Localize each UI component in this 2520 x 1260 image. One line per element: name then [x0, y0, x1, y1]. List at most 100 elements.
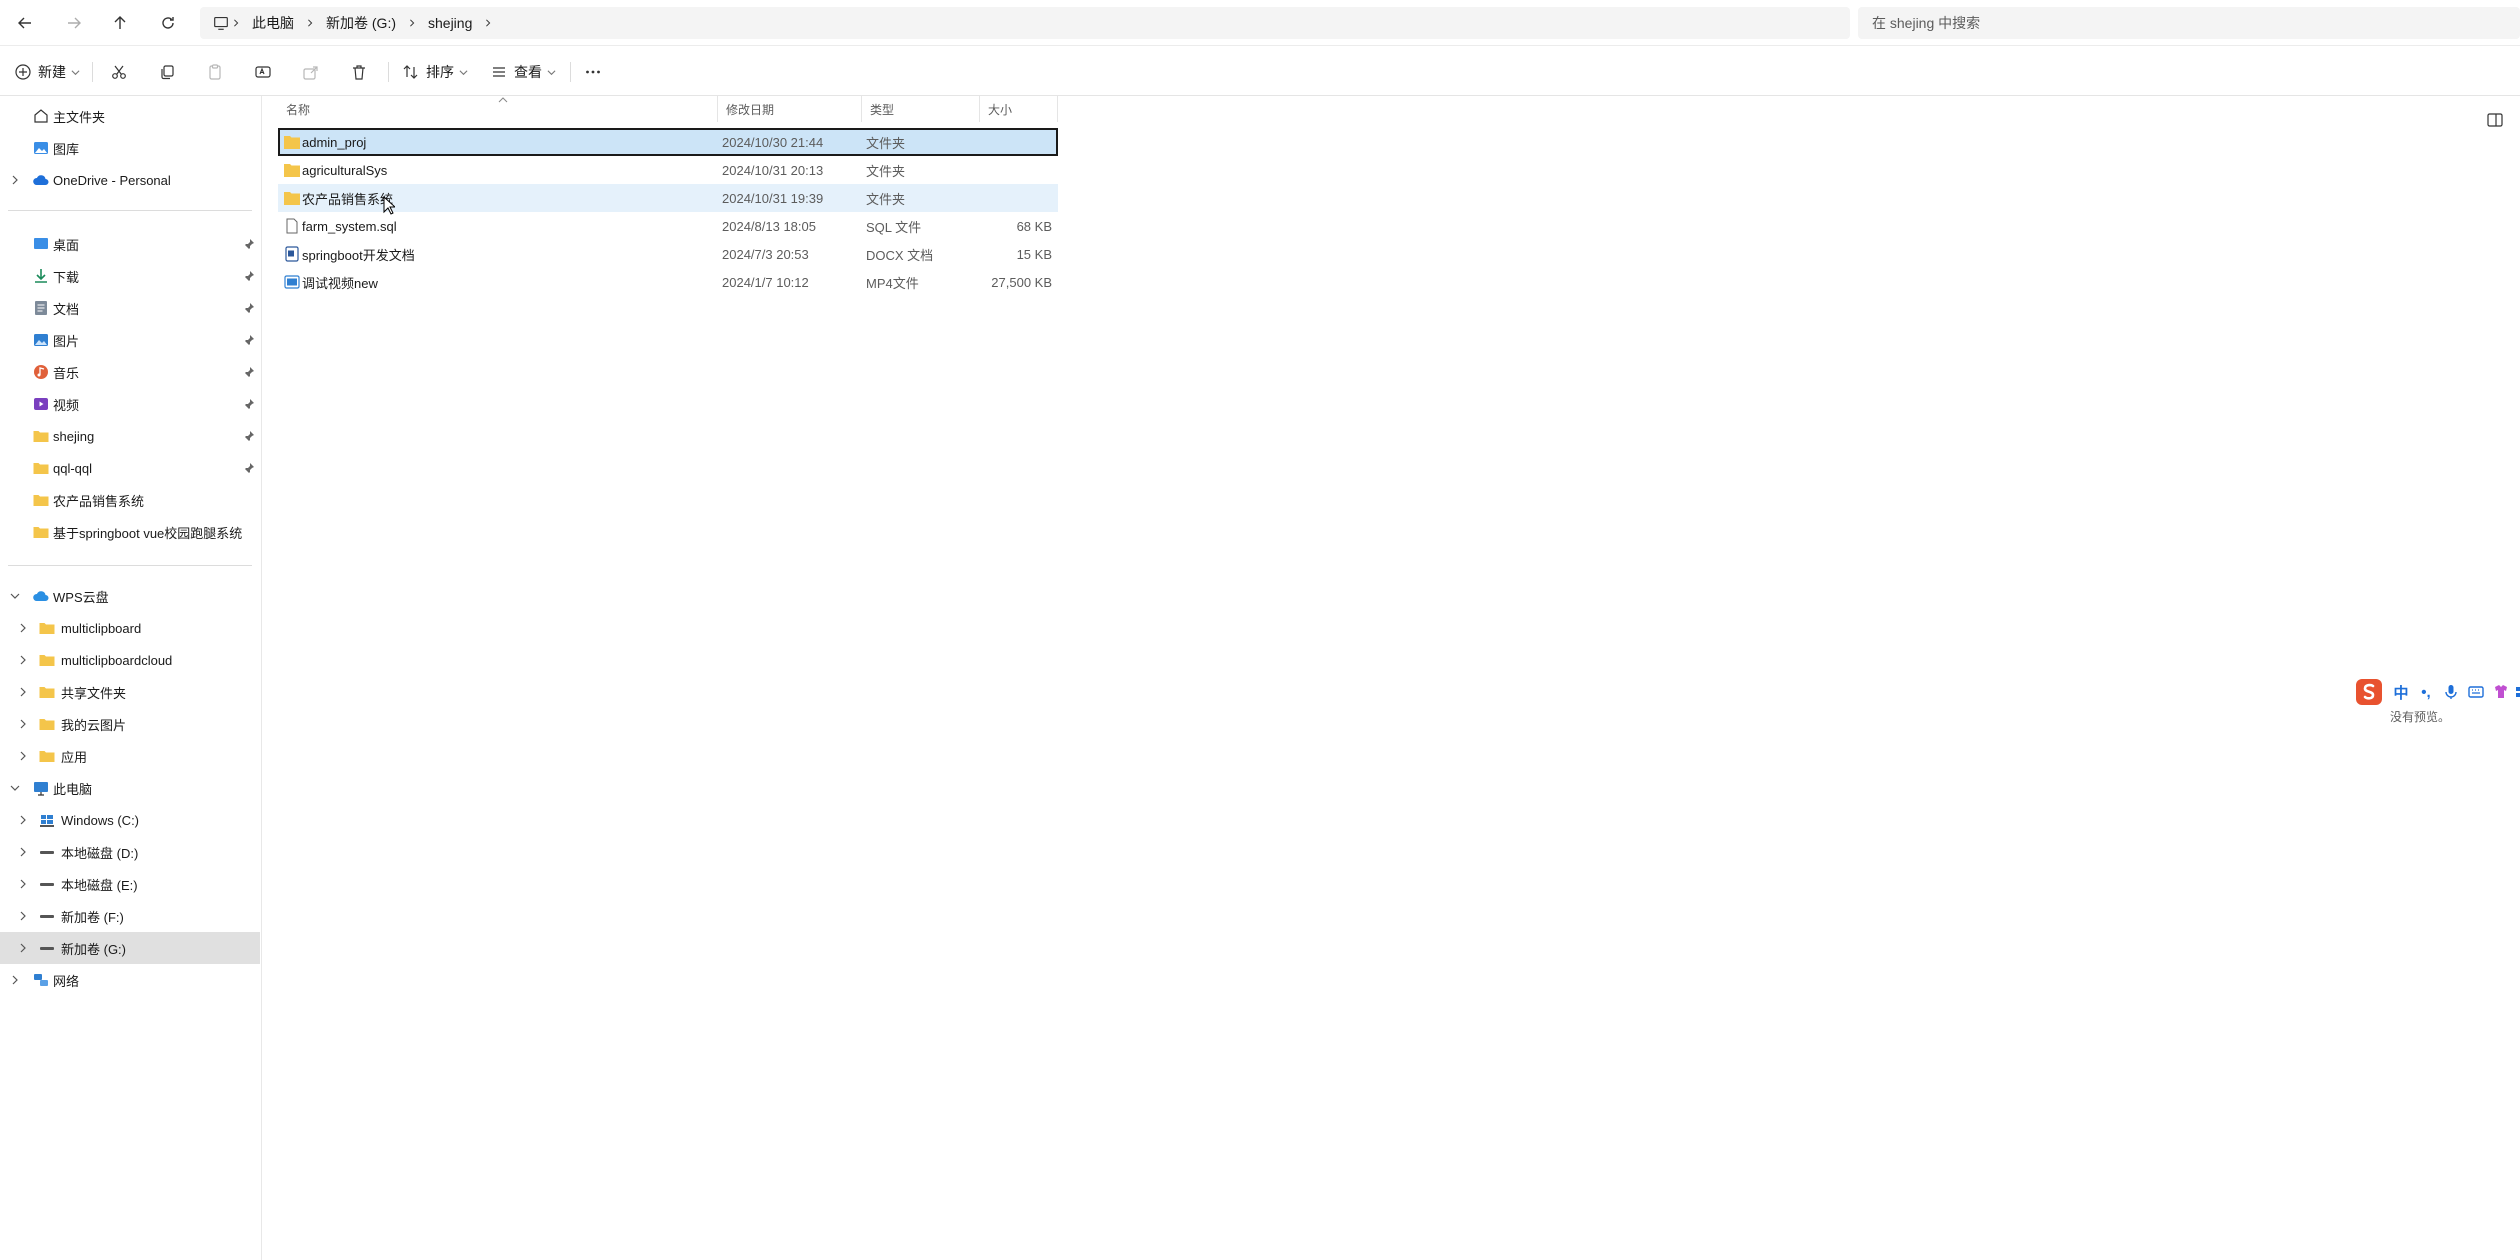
file-row-farm-sales-system[interactable]: 农产品销售系统 2024/10/31 19:39 文件夹: [278, 184, 1058, 212]
drive-icon: [38, 907, 56, 925]
chevron-down-icon[interactable]: [8, 781, 22, 795]
view-button[interactable]: 查看: [490, 58, 556, 86]
chevron-down-icon[interactable]: [8, 589, 22, 603]
file-row-admin-proj[interactable]: admin_proj 2024/10/30 21:44 文件夹: [278, 128, 1058, 156]
sidebar-item-farm-sales[interactable]: 农产品销售系统: [0, 484, 260, 516]
chevron-down-icon: [71, 69, 80, 75]
file-row-agriculturalsys[interactable]: agriculturalSys 2024/10/31 20:13 文件夹: [278, 156, 1058, 184]
breadcrumb-drive-g[interactable]: 新加卷 (G:): [316, 13, 406, 33]
file-name: farm_system.sql: [302, 218, 397, 234]
sidebar-item-desktop[interactable]: 桌面: [0, 228, 260, 260]
sidebar-item-campus-errand[interactable]: 基于springboot vue校园跑腿系统: [0, 516, 260, 548]
file-date: 2024/10/31 19:39: [722, 190, 824, 206]
sidebar-item-gallery[interactable]: 图库: [0, 132, 260, 164]
sidebar-item-onedrive[interactable]: OneDrive - Personal: [0, 164, 260, 196]
column-header-date[interactable]: 修改日期: [718, 96, 862, 122]
cut-button[interactable]: [110, 58, 128, 86]
chevron-right-icon[interactable]: [16, 941, 30, 955]
preview-pane-button[interactable]: [2486, 110, 2520, 130]
file-type: 文件夹: [866, 163, 906, 179]
paste-button[interactable]: [206, 58, 224, 86]
chevron-right-icon[interactable]: [16, 621, 30, 635]
folder-icon: [38, 619, 56, 637]
sidebar-item-drive-g[interactable]: 新加卷 (G:): [0, 932, 260, 964]
sidebar-item-home[interactable]: 主文件夹: [0, 100, 260, 132]
address-bar[interactable]: 此电脑 新加卷 (G:) shejing: [200, 7, 1850, 39]
pin-icon: [244, 303, 254, 314]
chevron-right-icon[interactable]: [8, 973, 22, 987]
chevron-right-icon[interactable]: [8, 173, 22, 187]
refresh-button[interactable]: [152, 8, 184, 38]
ime-punctuation-button[interactable]: •,: [2415, 681, 2437, 703]
chevron-right-icon[interactable]: [16, 845, 30, 859]
sidebar-item-label: 视频: [53, 397, 80, 413]
forward-button[interactable]: [58, 8, 90, 38]
file-name: admin_proj: [302, 134, 367, 150]
file-type: SQL 文件: [866, 219, 922, 235]
sidebar-item-qql-qql[interactable]: qql-qql: [0, 452, 260, 484]
sort-button[interactable]: 排序: [402, 58, 468, 86]
sidebar-item-pictures[interactable]: 图片: [0, 324, 260, 356]
sidebar-item-drive-e[interactable]: 本地磁盘 (E:): [0, 868, 260, 900]
ime-keyboard-button[interactable]: [2465, 681, 2487, 703]
sidebar-item-videos[interactable]: 视频: [0, 388, 260, 420]
chevron-right-icon[interactable]: [16, 685, 30, 699]
chevron-right-icon[interactable]: [16, 717, 30, 731]
file-row-farm-system-sql[interactable]: farm_system.sql 2024/8/13 18:05 SQL 文件 6…: [278, 212, 1058, 240]
file-row-debug-video[interactable]: 调试视频new 2024/1/7 10:12 MP4文件 27,500 KB: [278, 268, 1058, 296]
sidebar-item-drive-d[interactable]: 本地磁盘 (D:): [0, 836, 260, 868]
chevron-right-icon[interactable]: [16, 877, 30, 891]
document-icon: [32, 299, 50, 317]
sidebar-item-music[interactable]: 音乐: [0, 356, 260, 388]
file-row-springboot-doc[interactable]: springboot开发文档 2024/7/3 20:53 DOCX 文档 15…: [278, 240, 1058, 268]
new-button[interactable]: 新建: [14, 58, 80, 86]
sidebar-item-shared-folder[interactable]: 共享文件夹: [0, 676, 260, 708]
sidebar-item-documents[interactable]: 文档: [0, 292, 260, 324]
ime-skin-button[interactable]: [2490, 681, 2512, 703]
breadcrumb-shejing[interactable]: shejing: [418, 15, 482, 31]
sidebar-item-multiclipboardcloud[interactable]: multiclipboardcloud: [0, 644, 260, 676]
more-options-button[interactable]: [584, 58, 602, 86]
column-header-name[interactable]: 名称: [278, 96, 718, 122]
sidebar-item-this-pc[interactable]: 此电脑: [0, 772, 260, 804]
sidebar-item-shejing[interactable]: shejing: [0, 420, 260, 452]
column-header-type[interactable]: 类型: [862, 96, 980, 122]
sidebar-item-downloads[interactable]: 下载: [0, 260, 260, 292]
sidebar-item-cloud-pictures[interactable]: 我的云图片: [0, 708, 260, 740]
ime-voice-button[interactable]: [2440, 681, 2462, 703]
sidebar-item-multiclipboard[interactable]: multiclipboard: [0, 612, 260, 644]
pin-icon: [244, 271, 254, 282]
ime-chinese-mode-button[interactable]: 中: [2390, 681, 2412, 703]
chevron-right-icon[interactable]: [16, 909, 30, 923]
back-button[interactable]: [9, 8, 41, 38]
chevron-right-icon[interactable]: [16, 749, 30, 763]
file-size: [968, 128, 1052, 156]
sogou-logo-icon[interactable]: [2354, 677, 2384, 707]
copy-button[interactable]: [158, 58, 176, 86]
folder-icon: [32, 491, 50, 509]
monitor-icon: [214, 17, 228, 30]
ime-more-button[interactable]: [2515, 681, 2520, 703]
column-header-size[interactable]: 大小: [980, 96, 1058, 122]
command-bar: 新建 排序 查看: [0, 48, 2520, 127]
search-input[interactable]: 在 shejing 中搜索: [1858, 7, 2520, 39]
pin-icon: [244, 335, 254, 346]
chevron-right-icon[interactable]: [16, 653, 30, 667]
sidebar-item-drive-c[interactable]: Windows (C:): [0, 804, 260, 836]
up-button[interactable]: [104, 8, 136, 38]
sidebar-item-apps[interactable]: 应用: [0, 740, 260, 772]
folder-icon: [282, 128, 302, 156]
sidebar-item-network[interactable]: 网络: [0, 964, 260, 996]
share-button[interactable]: [302, 58, 320, 86]
sidebar-item-label: 桌面: [53, 237, 80, 253]
chevron-right-icon[interactable]: [16, 813, 30, 827]
sidebar-item-label: qql-qql: [53, 460, 93, 476]
toolbar-divider: [570, 62, 571, 82]
rename-button[interactable]: [254, 58, 272, 86]
file-date: 2024/8/13 18:05: [722, 218, 816, 234]
breadcrumb-this-pc[interactable]: 此电脑: [242, 13, 304, 33]
sidebar-item-wps-cloud[interactable]: WPS云盘: [0, 580, 260, 612]
sidebar-item-drive-f[interactable]: 新加卷 (F:): [0, 900, 260, 932]
sidebar-item-label: shejing: [53, 428, 95, 444]
delete-button[interactable]: [350, 58, 368, 86]
